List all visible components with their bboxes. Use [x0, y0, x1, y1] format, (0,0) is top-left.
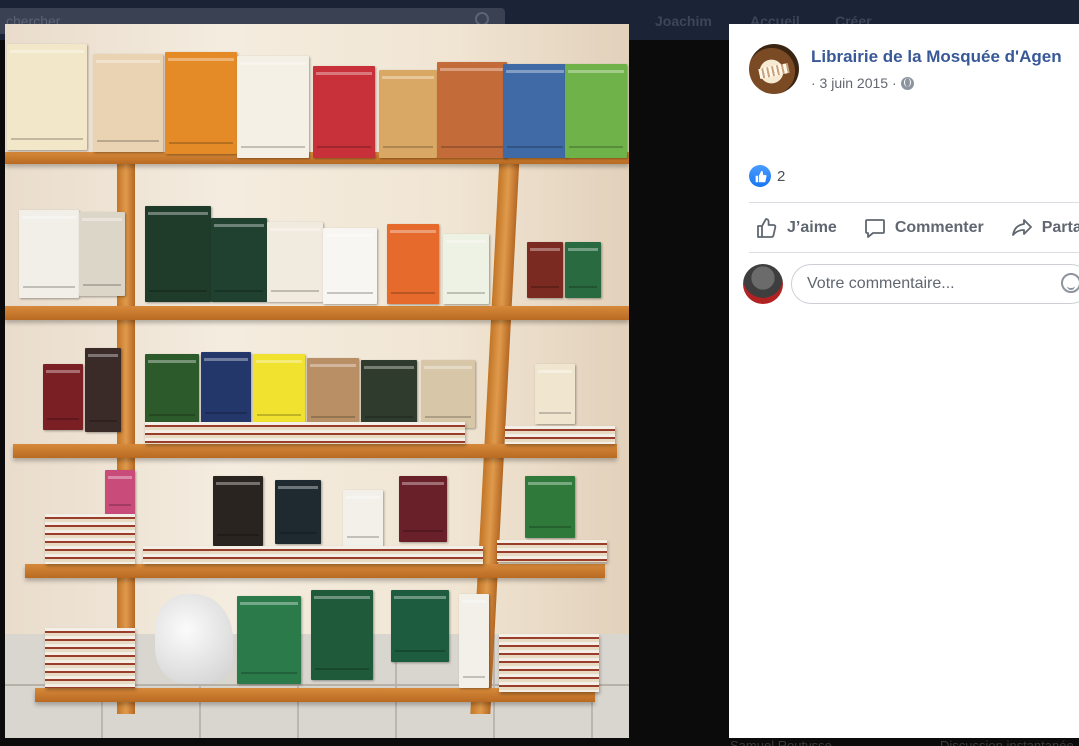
book — [237, 596, 301, 684]
comment-icon — [864, 219, 885, 238]
book-stack — [497, 540, 607, 562]
book — [535, 364, 575, 424]
book-talbis-iblis — [237, 56, 309, 158]
post-actions: J’aime Commenter Partager — [755, 214, 1079, 242]
actions-bottom-divider — [749, 252, 1079, 253]
book — [565, 242, 601, 298]
book — [43, 364, 83, 430]
book-premiers-pas-en-islam — [323, 228, 377, 304]
book — [565, 64, 627, 158]
book — [391, 590, 449, 662]
book — [437, 62, 507, 158]
background-nav-user: Joachim — [655, 13, 712, 29]
book — [19, 210, 79, 298]
book — [311, 590, 373, 680]
page-avatar[interactable] — [749, 44, 799, 94]
user-avatar[interactable] — [743, 264, 783, 304]
book — [343, 490, 383, 548]
book-stack — [45, 628, 135, 688]
book-la-voie-du-musulman — [7, 44, 87, 150]
post-photo[interactable] — [5, 24, 629, 738]
comment-placeholder: Votre commentaire... — [807, 275, 955, 292]
book-stack — [45, 514, 135, 564]
shelf-2 — [5, 306, 629, 320]
shelf-3 — [13, 444, 617, 458]
page-name-link[interactable]: Librairie de la Mosquée d'Agen — [811, 47, 1062, 67]
thumbs-up-icon — [757, 218, 777, 238]
shelf-4 — [25, 564, 605, 578]
book — [267, 222, 323, 302]
book — [165, 52, 237, 154]
book-stack — [143, 546, 483, 564]
comment-button[interactable]: Commenter — [863, 214, 984, 242]
book — [313, 66, 375, 158]
book — [307, 358, 359, 428]
book — [201, 352, 251, 424]
book — [387, 224, 439, 304]
book-la-sexualite-en-islam — [213, 476, 263, 546]
book-epouses-du-prophete — [399, 476, 447, 542]
book — [443, 234, 489, 304]
reactions-summary[interactable]: 2 — [749, 165, 785, 187]
globe-icon — [900, 76, 914, 90]
like-button[interactable]: J’aime — [755, 214, 837, 242]
actions-top-divider — [749, 202, 1079, 203]
share-label: Partager — [1041, 219, 1079, 236]
book-les-quatre-califes — [145, 354, 199, 426]
book — [105, 470, 135, 516]
book — [379, 70, 437, 158]
book — [361, 360, 417, 428]
post-date[interactable]: · 3 juin 2015 · — [811, 75, 897, 91]
book-bescherelle — [525, 476, 575, 538]
share-button[interactable]: Partager — [1010, 214, 1079, 242]
book — [93, 54, 163, 152]
comment-composer: Votre commentaire... — [729, 254, 1079, 312]
book — [527, 242, 563, 298]
book-stack — [505, 426, 615, 444]
background-footer-chat: Discussion instantanée — [940, 738, 1074, 746]
book-ceci-est-notre-religion — [145, 206, 211, 302]
book-connaitre-l-islam — [211, 218, 267, 302]
post-meta: · 3 juin 2015 · — [811, 75, 914, 91]
book — [421, 360, 475, 428]
book — [275, 480, 321, 544]
share-arrow-icon — [1011, 219, 1032, 236]
book — [459, 594, 489, 688]
like-label: J’aime — [787, 219, 837, 236]
like-reaction-icon — [749, 165, 771, 187]
plastic-bag — [155, 594, 233, 684]
reaction-count: 2 — [777, 167, 786, 185]
background-footer-contact: Samuel Routysse — [730, 738, 832, 746]
comment-label: Commenter — [894, 219, 984, 236]
book-la-foi — [503, 64, 567, 158]
book-stack — [145, 422, 465, 444]
post-details-panel: Librairie de la Mosquée d'Agen · 3 juin … — [729, 24, 1079, 738]
book — [85, 348, 121, 432]
book — [253, 354, 305, 426]
comment-input[interactable]: Votre commentaire... — [791, 264, 1079, 304]
book — [79, 212, 125, 296]
book-stack — [499, 634, 599, 692]
emoji-icon[interactable] — [1061, 273, 1079, 293]
